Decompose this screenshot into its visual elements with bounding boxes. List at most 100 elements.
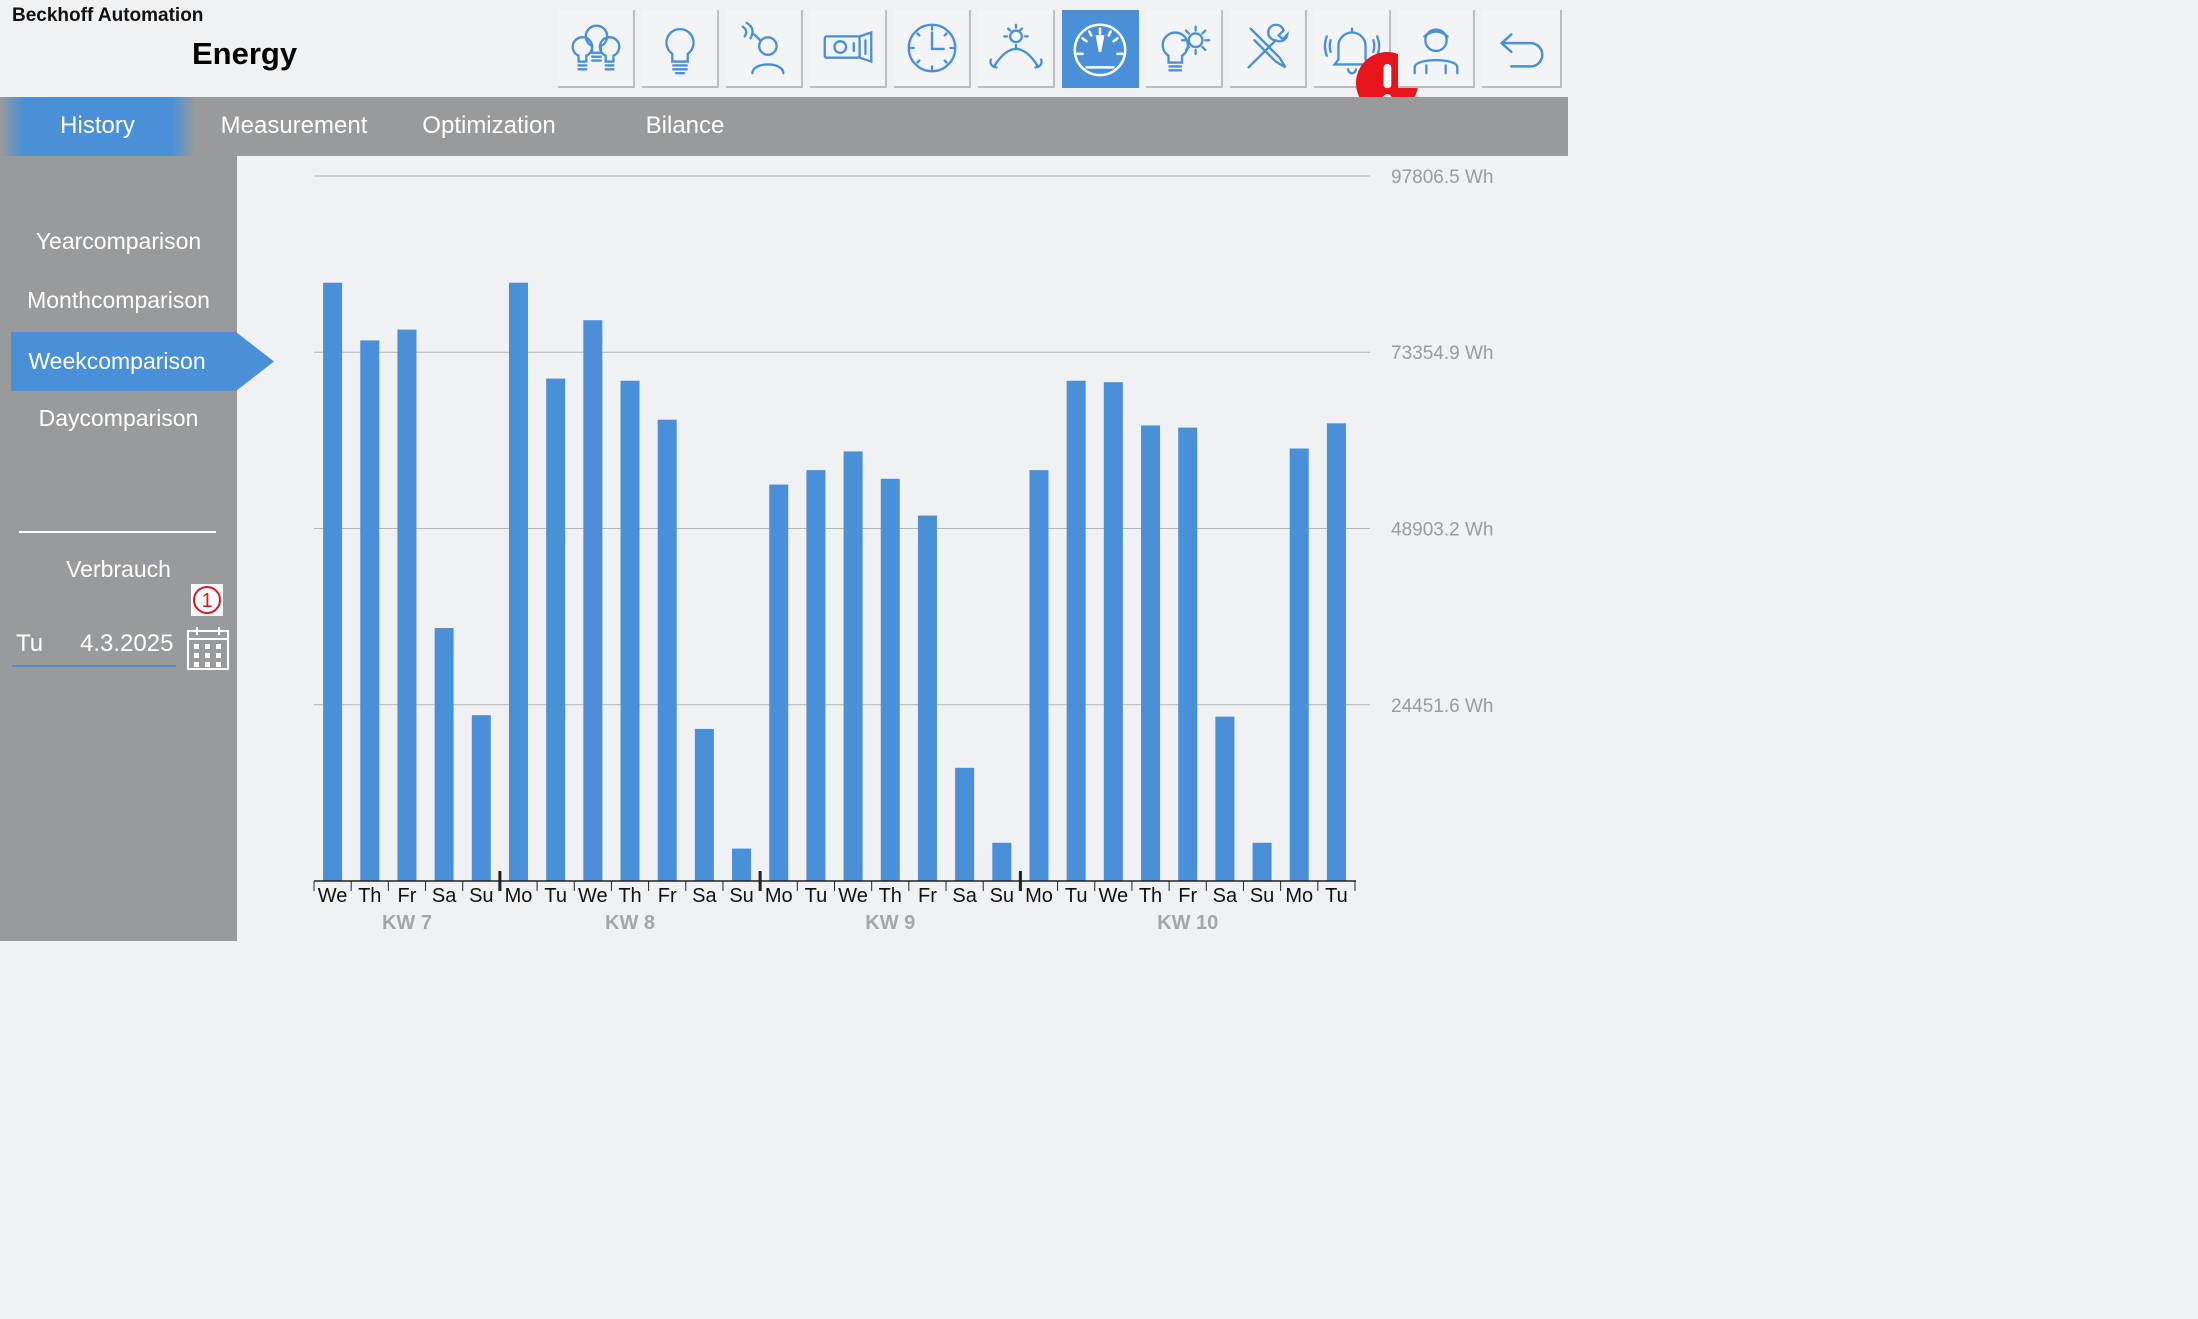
tab-measurement[interactable]: Measurement [200, 97, 388, 156]
marker-badge: 1 [191, 584, 223, 616]
x-tick-label: Sa [432, 885, 457, 907]
tab-bar: History Measurement Optimization Bilance [0, 97, 1568, 156]
tab-bilance[interactable]: Bilance [590, 97, 780, 156]
x-tick-label: Fr [398, 885, 417, 907]
y-tick-label: 97806.5 Wh [1391, 167, 1493, 188]
sidebar-item-label: Yearcomparison [35, 228, 202, 254]
brand-name: Beckhoff Automation [12, 5, 204, 26]
x-tick-label: Tu [1065, 885, 1088, 907]
x-tick-label: Mo [505, 885, 533, 907]
bar [397, 329, 417, 881]
bar [769, 484, 789, 881]
bar [1029, 470, 1049, 881]
x-tick-label: Th [1139, 885, 1162, 907]
x-tick-label: Su [990, 885, 1014, 907]
bar [1066, 380, 1086, 881]
week-label: KW 10 [1157, 912, 1218, 934]
chart-canvas: 97806.5 Wh 73354.9 Wh 48903.2 Wh 24451.6 Wh… [313, 167, 1493, 934]
bar [1141, 425, 1161, 881]
alarms-button[interactable] [1314, 10, 1418, 114]
sidebar-divider [19, 531, 216, 533]
clock-icon [907, 23, 956, 73]
light-settings-button[interactable] [1146, 10, 1223, 88]
user-button[interactable] [1398, 10, 1475, 88]
tools-icon [1246, 23, 1289, 69]
x-tick-label: Mo [1025, 885, 1053, 907]
bulb-gear-icon [1161, 25, 1210, 72]
x-tick-label: Sa [952, 885, 977, 907]
bar [732, 848, 752, 881]
lightbulb-icon [664, 28, 695, 75]
user-icon [1413, 28, 1458, 75]
sidebar-item-yearcomparison[interactable]: Yearcomparison [0, 212, 237, 271]
week-comparison-chart: 97806.5 Wh 73354.9 Wh 48903.2 Wh 24451.6 Wh… [237, 156, 1568, 941]
blinds-projector-button[interactable] [810, 10, 887, 88]
tab-history[interactable]: History [0, 97, 195, 156]
sidebar-item-label: Weekcomparison [28, 348, 206, 374]
bar [1178, 427, 1198, 881]
speedometer-icon [1073, 23, 1126, 77]
x-tick-label: Fr [918, 885, 937, 907]
x-tick-label: We [838, 885, 868, 907]
bar [360, 340, 380, 882]
bar [657, 419, 677, 881]
day-night-icon [988, 23, 1043, 69]
bar [806, 470, 826, 881]
x-tick-label: Th [358, 885, 381, 907]
sidebar-item-weekcomparison[interactable]: Weekcomparison [11, 332, 274, 391]
date-weekday: Tu [16, 630, 44, 657]
sidebar-item-monthcomparison[interactable]: Monthcomparison [0, 271, 237, 330]
lighting-groups-button[interactable] [558, 10, 635, 88]
x-tick-label: Su [469, 885, 493, 907]
presence-sensor-button[interactable] [726, 10, 803, 88]
day-night-button[interactable] [978, 10, 1055, 88]
bar [583, 320, 603, 881]
x-tick-label: Sa [692, 885, 717, 907]
x-tick-label: We [578, 885, 608, 907]
x-tick-label: Fr [658, 885, 677, 907]
bar [843, 451, 863, 881]
bar [508, 282, 528, 881]
bar [1326, 423, 1346, 881]
tab-optimization[interactable]: Optimization [395, 97, 583, 156]
x-tick-label: Su [729, 885, 753, 907]
x-tick-label: Tu [805, 885, 828, 907]
week-label: KW 7 [382, 912, 432, 934]
calendar-icon [187, 627, 229, 670]
back-arrow-icon [1500, 33, 1544, 68]
x-tick-label: Sa [1213, 885, 1238, 907]
bar [471, 715, 491, 881]
bar [1215, 716, 1235, 881]
lightbulbs-group-icon [571, 24, 620, 71]
x-tick-label: Tu [1325, 885, 1348, 907]
sidebar-item-daycomparison[interactable]: Daycomparison [0, 389, 237, 448]
date-input[interactable]: 4.3.2025 [80, 630, 173, 658]
x-tick-label: Th [618, 885, 641, 907]
y-tick-label: 73354.9 Wh [1391, 343, 1493, 364]
bar [620, 380, 640, 881]
person-sensor-icon [741, 21, 785, 75]
week-label: KW 9 [865, 912, 915, 934]
back-button[interactable] [1482, 10, 1562, 88]
y-tick-label: 24451.6 Wh [1391, 696, 1493, 717]
bar [880, 478, 900, 881]
x-tick-label: Fr [1178, 885, 1197, 907]
week-label: KW 8 [605, 912, 655, 934]
bar [1252, 842, 1272, 881]
sidebar-item-label: Monthcomparison [27, 287, 210, 313]
date-underline [12, 665, 176, 667]
header: Beckhoff Automation Energy [0, 0, 1568, 114]
x-tick-label: We [318, 885, 348, 907]
time-schedule-button[interactable] [894, 10, 971, 88]
calendar-button[interactable] [187, 626, 229, 670]
x-tick-label: Tu [544, 885, 567, 907]
energy-button[interactable] [1062, 10, 1139, 88]
bar [694, 728, 714, 881]
service-tools-button[interactable] [1230, 10, 1307, 88]
x-tick-label: Mo [765, 885, 793, 907]
x-tick-label: Mo [1285, 885, 1313, 907]
x-tick-label: We [1099, 885, 1129, 907]
lighting-button[interactable] [642, 10, 719, 88]
bar [546, 378, 566, 881]
sidebar: Yearcomparison Monthcomparison Weekcompa… [0, 156, 274, 941]
